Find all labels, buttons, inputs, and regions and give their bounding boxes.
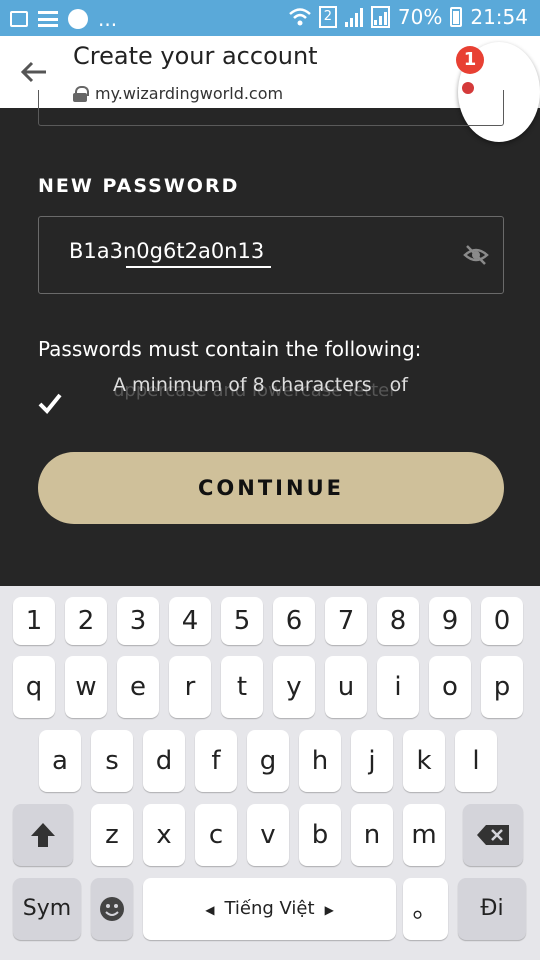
key-4[interactable]: 4 — [169, 597, 211, 645]
key-i[interactable]: i — [377, 656, 419, 718]
status-bar: ... 2 70% 21:54 — [0, 0, 540, 36]
password-rule: A minimum of 8 characters of — [113, 374, 408, 396]
password-input[interactable]: B1a3n0g6t2a0n13 — [38, 216, 504, 294]
key-u[interactable]: u — [325, 656, 367, 718]
key-9[interactable]: 9 — [429, 597, 471, 645]
hide-password-icon[interactable] — [463, 243, 489, 267]
key-d[interactable]: d — [143, 730, 185, 792]
sym-key[interactable]: Sym — [13, 878, 81, 940]
messenger-icon — [68, 9, 88, 29]
emoji-icon — [100, 897, 124, 921]
key-2[interactable]: 2 — [65, 597, 107, 645]
key-h[interactable]: h — [299, 730, 341, 792]
key-k[interactable]: k — [403, 730, 445, 792]
page-title: Create your account — [73, 42, 318, 70]
key-a[interactable]: a — [39, 730, 81, 792]
list-icon — [38, 11, 58, 27]
key-b[interactable]: b — [299, 804, 341, 866]
key-8[interactable]: 8 — [377, 597, 419, 645]
sim-slot-badge: 2 — [318, 6, 337, 28]
key-x[interactable]: x — [143, 804, 185, 866]
back-button[interactable] — [14, 54, 54, 90]
key-m[interactable]: m — [403, 804, 445, 866]
notification-badge: 1 — [456, 46, 484, 74]
key-t[interactable]: t — [221, 656, 263, 718]
key-v[interactable]: v — [247, 804, 289, 866]
backspace-key[interactable] — [463, 804, 523, 866]
key-3[interactable]: 3 — [117, 597, 159, 645]
key-g[interactable]: g — [247, 730, 289, 792]
period-key[interactable]: 。 — [403, 878, 448, 940]
password-value: B1a3n0g6t2a0n13 — [69, 239, 265, 263]
key-l[interactable]: l — [455, 730, 497, 792]
clock: 21:54 — [470, 5, 528, 29]
key-p[interactable]: p — [481, 656, 523, 718]
backspace-icon — [477, 825, 509, 845]
rule-tail: of — [389, 374, 408, 396]
key-e[interactable]: e — [117, 656, 159, 718]
space-key-label: ◀ Tiếng Việt ▶ — [205, 898, 334, 919]
battery-icon — [450, 7, 463, 27]
key-c[interactable]: c — [195, 804, 237, 866]
shift-key[interactable] — [13, 804, 73, 866]
wifi-icon — [289, 8, 311, 26]
keyboard: 1 2 3 4 5 6 7 8 9 0 q w e r t y u i o p … — [0, 586, 540, 960]
key-6[interactable]: 6 — [273, 597, 315, 645]
password-rules-heading: Passwords must contain the following: — [38, 337, 422, 361]
checkmark-icon — [38, 393, 62, 414]
key-o[interactable]: o — [429, 656, 471, 718]
key-7[interactable]: 7 — [325, 597, 367, 645]
key-j[interactable]: j — [351, 730, 393, 792]
composing-underline — [126, 266, 271, 268]
previous-input-field[interactable] — [38, 90, 504, 126]
continue-button[interactable]: CONTINUE — [38, 452, 504, 524]
key-y[interactable]: y — [273, 656, 315, 718]
emoji-key[interactable] — [91, 878, 133, 940]
enter-key[interactable]: Đi — [458, 878, 526, 940]
key-z[interactable]: z — [91, 804, 133, 866]
key-5[interactable]: 5 — [221, 597, 263, 645]
password-label: NEW PASSWORD — [38, 175, 240, 197]
key-s[interactable]: s — [91, 730, 133, 792]
signal-icon-2 — [370, 6, 390, 28]
back-arrow-icon — [20, 61, 46, 83]
gallery-icon — [10, 11, 28, 27]
key-r[interactable]: r — [169, 656, 211, 718]
battery-percent: 70% — [397, 5, 443, 29]
space-key[interactable]: ◀ Tiếng Việt ▶ — [143, 878, 396, 940]
rule-text: A minimum of 8 characters — [113, 374, 372, 396]
key-w[interactable]: w — [65, 656, 107, 718]
key-0[interactable]: 0 — [481, 597, 523, 645]
more-icon: ... — [98, 7, 118, 31]
key-n[interactable]: n — [351, 804, 393, 866]
key-1[interactable]: 1 — [13, 597, 55, 645]
key-q[interactable]: q — [13, 656, 55, 718]
shift-icon — [31, 823, 55, 847]
signal-icon — [344, 7, 363, 27]
key-f[interactable]: f — [195, 730, 237, 792]
